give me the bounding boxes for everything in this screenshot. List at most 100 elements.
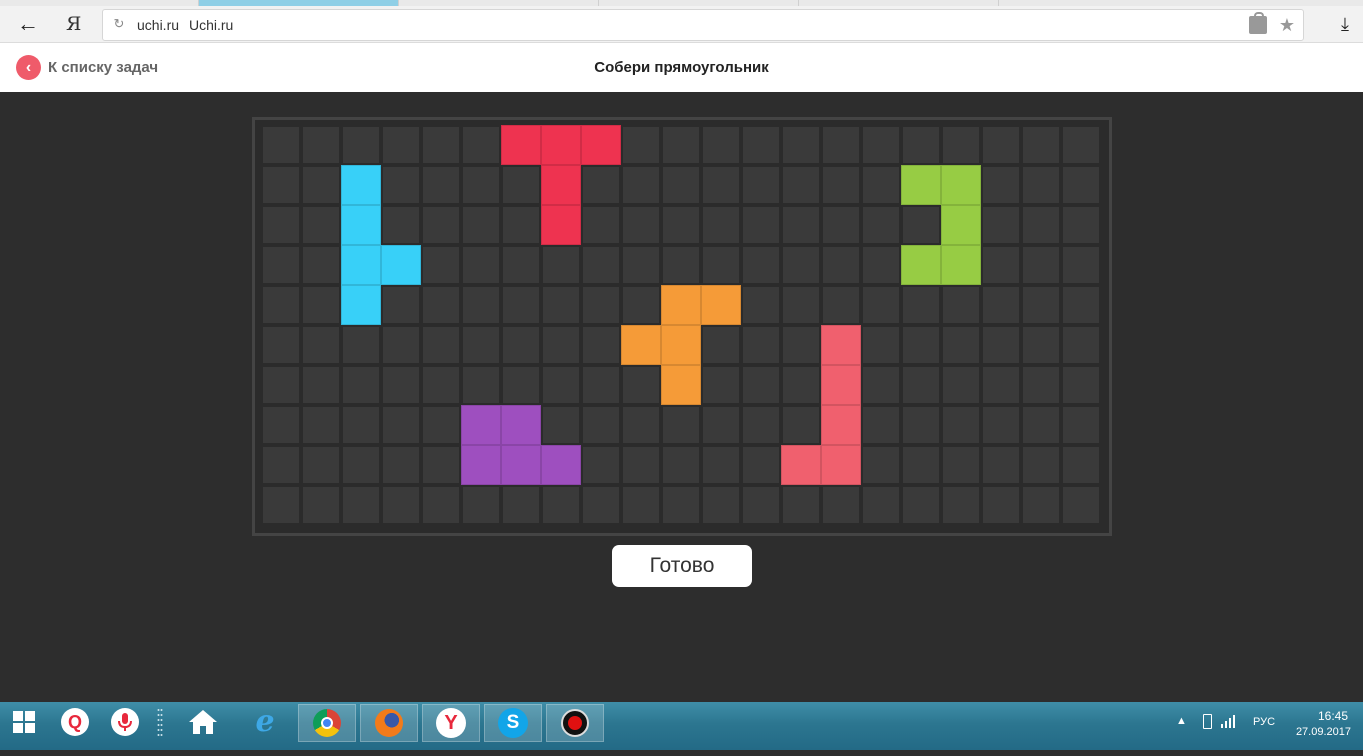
board-cell xyxy=(423,167,459,203)
board-cell xyxy=(903,327,939,363)
red-t-piece-block[interactable] xyxy=(501,125,541,165)
board-cell xyxy=(983,447,1019,483)
green-piece-block[interactable] xyxy=(941,205,981,245)
board-cell xyxy=(303,327,339,363)
blue-l-piece-block[interactable] xyxy=(341,245,381,285)
pink-j-piece-block[interactable] xyxy=(821,445,861,485)
taskbar-search[interactable]: Q xyxy=(58,702,92,742)
board-cell xyxy=(423,447,459,483)
green-piece-block[interactable] xyxy=(941,165,981,205)
red-t-piece-block[interactable] xyxy=(541,165,581,205)
board-cell xyxy=(983,327,1019,363)
back-arrow-icon[interactable]: ← xyxy=(16,12,40,36)
board-cell xyxy=(263,247,299,283)
done-button[interactable]: Готово xyxy=(612,545,752,587)
board-cell xyxy=(583,287,619,323)
board-cell xyxy=(663,487,699,523)
board-cell xyxy=(983,167,1019,203)
red-t-piece-block[interactable] xyxy=(581,125,621,165)
language-indicator[interactable]: РУС xyxy=(1253,716,1275,756)
show-hidden-icons-chevron-icon[interactable]: ▲ xyxy=(1176,715,1190,729)
record-icon xyxy=(561,709,589,737)
board-cell xyxy=(943,127,979,163)
orange-piece-block[interactable] xyxy=(621,325,661,365)
purple-piece-block[interactable] xyxy=(541,445,581,485)
board-cell xyxy=(303,447,339,483)
battery-icon[interactable] xyxy=(1203,714,1215,730)
download-icon[interactable]: ⤓ xyxy=(1341,13,1349,35)
board-cell xyxy=(703,447,739,483)
orange-piece-block[interactable] xyxy=(661,365,701,405)
board-cell xyxy=(463,287,499,323)
red-t-piece-block[interactable] xyxy=(541,205,581,245)
board-cell xyxy=(1023,327,1059,363)
board-cell xyxy=(263,127,299,163)
board-cell xyxy=(583,407,619,443)
board-cell xyxy=(303,127,339,163)
orange-piece-block[interactable] xyxy=(661,285,701,325)
search-icon: Q xyxy=(61,708,89,736)
lock-icon[interactable] xyxy=(1249,12,1267,34)
green-piece-block[interactable] xyxy=(901,165,941,205)
board-cell xyxy=(983,367,1019,403)
blue-l-piece-block[interactable] xyxy=(341,165,381,205)
board-cell xyxy=(263,327,299,363)
green-piece-block[interactable] xyxy=(901,245,941,285)
board-cell xyxy=(383,327,419,363)
board-cell xyxy=(263,487,299,523)
skype-icon: S xyxy=(498,708,528,738)
board-cell xyxy=(1063,247,1099,283)
board-cell xyxy=(783,487,819,523)
taskbar-home[interactable] xyxy=(180,702,226,742)
board-cell xyxy=(743,407,779,443)
pink-j-piece-block[interactable] xyxy=(821,325,861,365)
taskbar-recorder[interactable] xyxy=(546,704,604,742)
windows-taskbar: Q e Y S ▲ РУС 16:45 27.09.2017 xyxy=(0,702,1363,750)
board-cell xyxy=(1023,127,1059,163)
purple-piece-block[interactable] xyxy=(461,445,501,485)
orange-piece-block[interactable] xyxy=(661,325,701,365)
board-cell xyxy=(543,367,579,403)
start-button[interactable] xyxy=(6,702,42,742)
network-signal-icon[interactable] xyxy=(1221,714,1239,730)
taskbar-yandex-browser[interactable]: Y xyxy=(422,704,480,742)
board-cell xyxy=(263,167,299,203)
blue-l-piece-block[interactable] xyxy=(341,205,381,245)
taskbar-chrome[interactable] xyxy=(298,704,356,742)
board-cell xyxy=(663,167,699,203)
internet-explorer-icon: e xyxy=(255,704,275,739)
yandex-logo[interactable]: Я xyxy=(66,12,86,36)
taskbar-voice[interactable] xyxy=(108,702,142,742)
reload-icon[interactable]: ↻ xyxy=(111,16,127,32)
board-cell xyxy=(863,487,899,523)
board-cell xyxy=(503,167,539,203)
taskbar-skype[interactable]: S xyxy=(484,704,542,742)
pink-j-piece-block[interactable] xyxy=(821,405,861,445)
board-cell xyxy=(823,287,859,323)
purple-piece-block[interactable] xyxy=(461,405,501,445)
board-cell xyxy=(743,207,779,243)
board-cell xyxy=(383,287,419,323)
orange-piece-block[interactable] xyxy=(701,285,741,325)
purple-piece-block[interactable] xyxy=(501,445,541,485)
bookmark-star-icon[interactable]: ★ xyxy=(1279,13,1295,37)
red-t-piece-block[interactable] xyxy=(541,125,581,165)
pink-j-piece-block[interactable] xyxy=(781,445,821,485)
browser-toolbar: ← Я ↻ uchi.ru Uchi.ru ★ ⤓ xyxy=(0,6,1363,43)
blue-l-piece-block[interactable] xyxy=(341,285,381,325)
purple-piece-block[interactable] xyxy=(501,405,541,445)
address-bar[interactable]: ↻ uchi.ru Uchi.ru ★ xyxy=(102,9,1304,41)
board-cell xyxy=(623,407,659,443)
board-cell xyxy=(863,367,899,403)
blue-l-piece-block[interactable] xyxy=(381,245,421,285)
board-cell xyxy=(703,487,739,523)
taskbar-firefox[interactable] xyxy=(360,704,418,742)
taskbar-ie[interactable]: e xyxy=(240,702,290,742)
board-cell xyxy=(423,127,459,163)
board-cell xyxy=(703,407,739,443)
board-cell xyxy=(663,247,699,283)
pink-j-piece-block[interactable] xyxy=(821,365,861,405)
clock[interactable]: 16:45 27.09.2017 xyxy=(1280,702,1363,742)
board-cell xyxy=(1063,407,1099,443)
green-piece-block[interactable] xyxy=(941,245,981,285)
